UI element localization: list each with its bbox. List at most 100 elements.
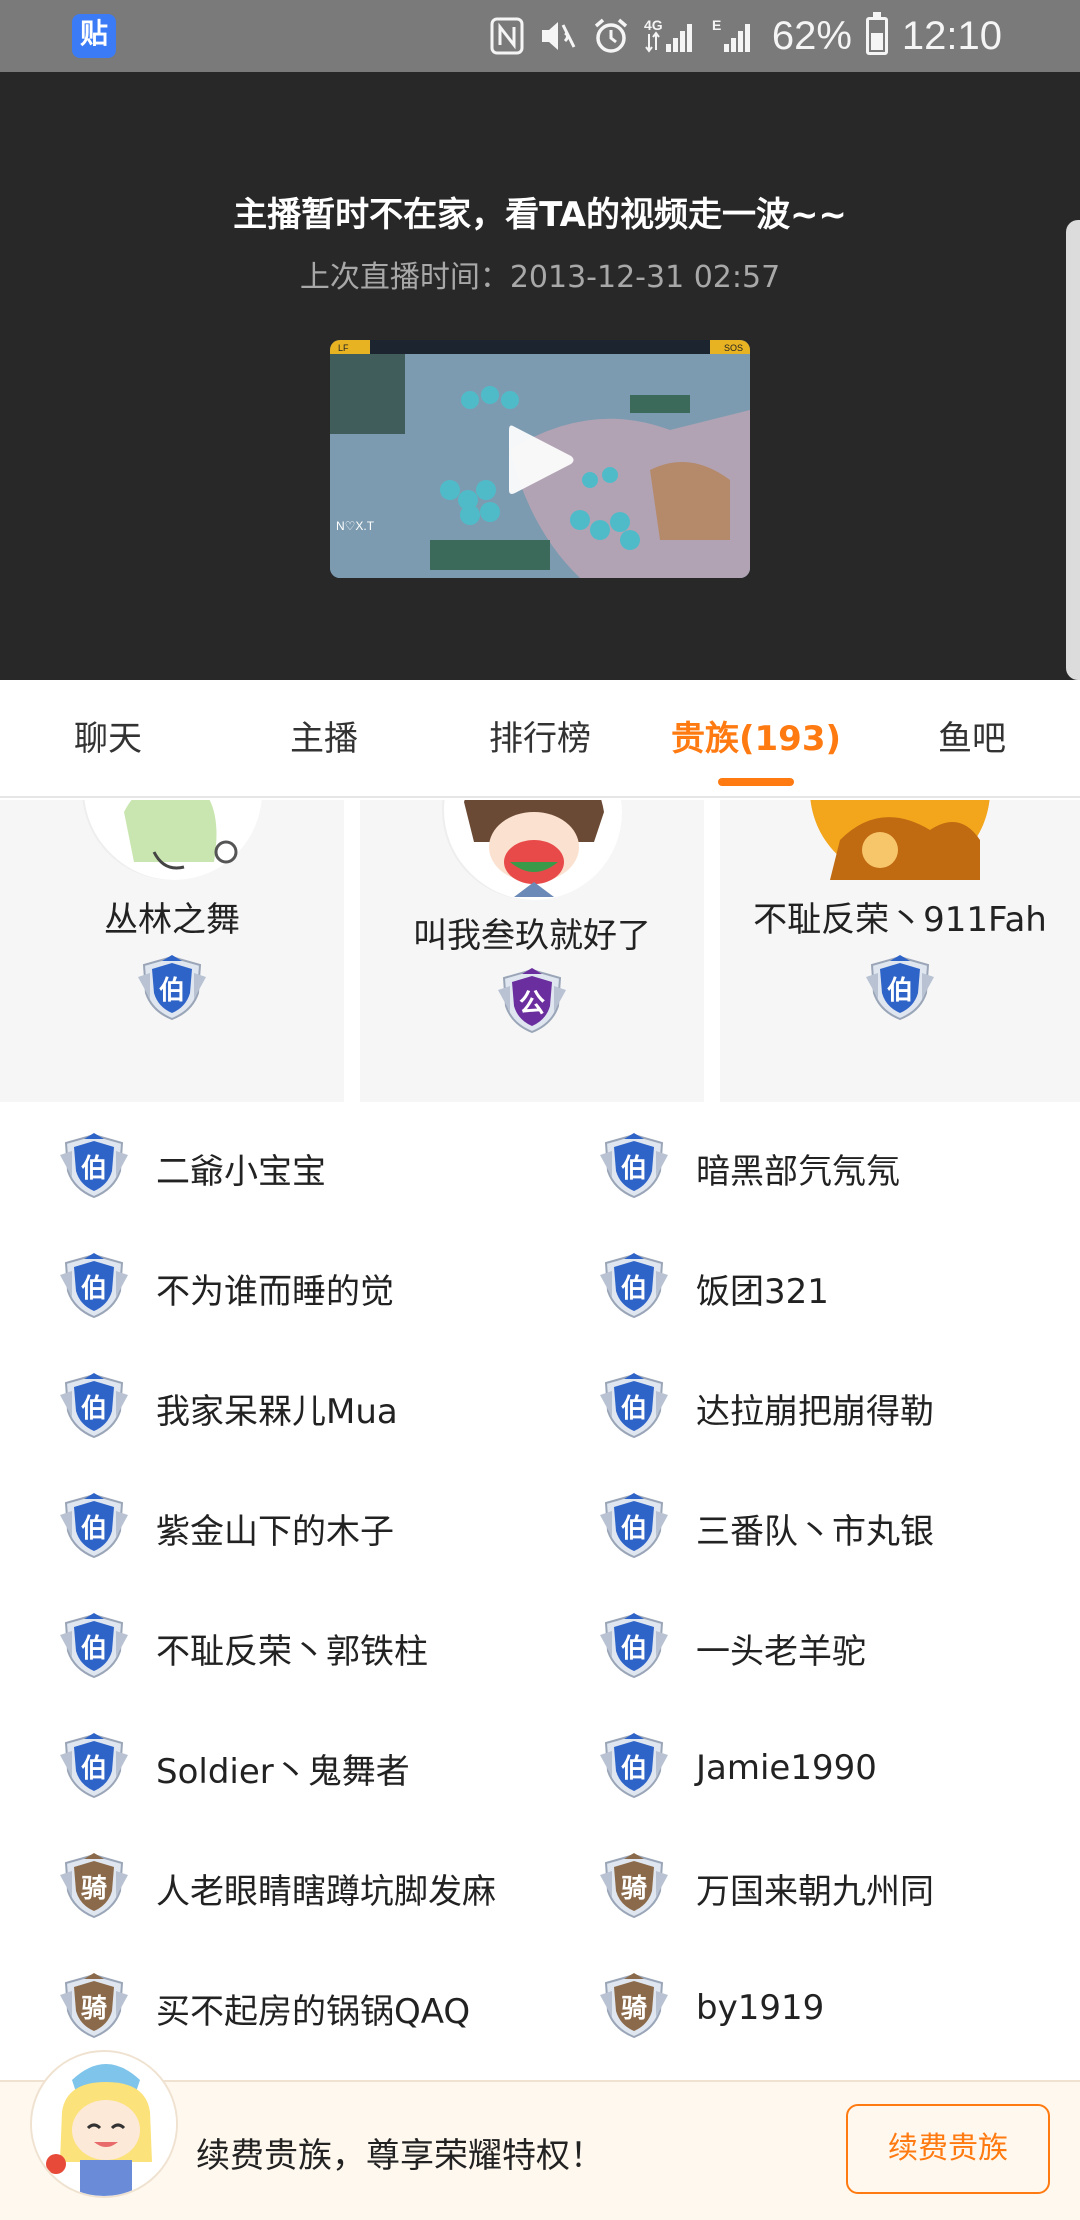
top-noble-card[interactable]: 丛林之舞 伯: [0, 800, 344, 1102]
noble-name: 饭团321: [696, 1271, 829, 1312]
noble-name: 不耻反荣丶911Fah: [753, 900, 1047, 940]
tab-anchor[interactable]: 主播: [216, 680, 432, 796]
noble-list-item[interactable]: 骑 人老眼睛瞎蹲坑脚发麻: [58, 1848, 496, 1928]
noble-list-item[interactable]: 伯 紫金山下的木子: [58, 1488, 394, 1568]
noble-list-item[interactable]: 伯 Soldier丶鬼舞者: [58, 1728, 410, 1808]
noble-name: 一头老羊驼: [696, 1631, 866, 1672]
alarm-icon: [592, 17, 630, 55]
noble-badge-icon: 骑: [58, 1973, 130, 2043]
noble-list-item[interactable]: 伯 三番队丶市丸银: [598, 1488, 934, 1568]
tieba-app-icon: 贴: [72, 14, 116, 58]
svg-text:伯: 伯: [621, 1513, 647, 1544]
renew-promo-text: 续费贵族，尊享荣耀特权！: [196, 2136, 604, 2176]
avatar: [82, 800, 262, 880]
noble-badge-icon: 伯: [598, 1733, 670, 1803]
svg-text:伯: 伯: [81, 1633, 107, 1664]
noble-name: 万国来朝九州同: [696, 1871, 934, 1912]
svg-text:骑: 骑: [621, 1994, 647, 2024]
svg-text:E: E: [712, 17, 721, 33]
noble-badge-icon: 骑: [598, 1973, 670, 2043]
noble-name: 丛林之舞: [104, 900, 240, 940]
last-live-time: 上次直播时间：2013-12-31 02:57: [299, 260, 781, 295]
noble-list-item[interactable]: 伯 不为谁而睡的觉: [58, 1248, 394, 1328]
noble-badge-icon: 骑: [58, 1853, 130, 1923]
noble-badge-icon: 伯: [598, 1613, 670, 1683]
noble-name: 三番队丶市丸银: [696, 1511, 934, 1552]
noble-badge-icon: 公: [496, 968, 568, 1038]
noble-badge-icon: 伯: [598, 1373, 670, 1443]
tab-ranking[interactable]: 排行榜: [432, 680, 648, 796]
battery-percent: 62%: [771, 13, 852, 58]
noble-list-item[interactable]: 骑 by1919: [598, 1968, 824, 2048]
svg-text:4G: 4G: [644, 17, 663, 33]
nfc-icon: [490, 17, 524, 55]
noble-list-item[interactable]: 伯 暗黑部氕氖氖: [598, 1128, 900, 1208]
noble-list-item[interactable]: 伯 我家呆槑儿Mua: [58, 1368, 398, 1448]
noble-name: 二爺小宝宝: [156, 1151, 326, 1192]
svg-text:伯: 伯: [621, 1393, 647, 1424]
status-bar: 贴 4G E 62% 12:10: [0, 0, 1080, 72]
noble-name: 买不起房的锅锅QAQ: [156, 1991, 471, 2032]
svg-text:伯: 伯: [81, 1273, 107, 1304]
svg-text:公: 公: [519, 989, 545, 1019]
noble-list-item[interactable]: 伯 二爺小宝宝: [58, 1128, 326, 1208]
noble-badge-icon: 伯: [58, 1493, 130, 1563]
noble-badge-icon: 伯: [136, 955, 208, 1025]
top-noble-card[interactable]: 不耻反荣丶911Fah 伯: [720, 800, 1080, 1102]
video-thumbnail[interactable]: LF SOS N♡X.T: [330, 340, 750, 578]
noble-name: 暗黑部氕氖氖: [696, 1151, 900, 1192]
battery-icon: [865, 12, 888, 55]
noble-badge-icon: 伯: [58, 1253, 130, 1323]
tab-chat[interactable]: 聊天: [0, 680, 216, 796]
noble-badge-icon: 伯: [598, 1253, 670, 1323]
noble-name: Jamie1990: [696, 1748, 877, 1788]
svg-text:骑: 骑: [81, 1874, 107, 1904]
noble-badge-icon: 伯: [598, 1133, 670, 1203]
signal-e-icon: E: [712, 16, 758, 56]
noble-badge-icon: 伯: [864, 955, 936, 1025]
noble-list-item[interactable]: 伯 一头老羊驼: [598, 1608, 866, 1688]
noble-badge-icon: 伯: [58, 1733, 130, 1803]
noble-list-item[interactable]: 骑 万国来朝九州同: [598, 1848, 934, 1928]
svg-text:伯: 伯: [159, 975, 185, 1006]
avatar: [810, 800, 990, 880]
noble-list-item[interactable]: 伯 饭团321: [598, 1248, 829, 1328]
svg-text:伯: 伯: [621, 1153, 647, 1184]
noble-list-item[interactable]: 伯 不耻反荣丶郭铁柱: [58, 1608, 428, 1688]
status-icons: 4G E 62% 12:10: [490, 8, 1002, 64]
svg-text:伯: 伯: [621, 1753, 647, 1784]
top-noble-card[interactable]: 叫我叁玖就好了 公: [360, 800, 704, 1102]
side-drawer-handle[interactable]: [1066, 220, 1080, 680]
noble-name: 不为谁而睡的觉: [156, 1271, 394, 1312]
tab-nobles[interactable]: 贵族(193): [648, 680, 864, 796]
noble-badge-icon: 伯: [58, 1613, 130, 1683]
svg-text:伯: 伯: [81, 1393, 107, 1424]
clock: 12:10: [901, 13, 1002, 58]
svg-text:骑: 骑: [621, 1874, 647, 1904]
tab-fish-bar[interactable]: 鱼吧: [864, 680, 1080, 796]
noble-list-item[interactable]: 骑 买不起房的锅锅QAQ: [58, 1968, 470, 2048]
noble-name: 人老眼睛瞎蹲坑脚发麻: [156, 1871, 496, 1912]
renew-noble-button[interactable]: 续费贵族: [846, 2104, 1050, 2194]
signal-4g-icon: 4G: [644, 16, 698, 56]
noble-list-item[interactable]: 伯 达拉崩把崩得勒: [598, 1368, 934, 1448]
noble-name: 不耻反荣丶郭铁柱: [156, 1631, 428, 1672]
noble-name: Soldier丶鬼舞者: [156, 1751, 410, 1792]
noble-list-item[interactable]: 伯 Jamie1990: [598, 1728, 877, 1808]
mute-icon: [538, 17, 578, 55]
thumb-team-left: LF: [338, 343, 349, 353]
svg-text:伯: 伯: [621, 1273, 647, 1304]
noble-name: 紫金山下的木子: [156, 1511, 394, 1552]
noble-name: 达拉崩把崩得勒: [696, 1391, 934, 1432]
noble-name: 我家呆槑儿Mua: [156, 1391, 398, 1432]
noble-name: 叫我叁玖就好了: [413, 916, 651, 956]
svg-text:伯: 伯: [81, 1753, 107, 1784]
svg-text:伯: 伯: [887, 975, 913, 1006]
svg-text:伯: 伯: [81, 1153, 107, 1184]
play-icon[interactable]: [505, 420, 577, 500]
noble-name: by1919: [696, 1988, 825, 2028]
noble-badge-icon: 伯: [58, 1133, 130, 1203]
svg-text:伯: 伯: [621, 1633, 647, 1664]
svg-text:骑: 骑: [81, 1994, 107, 2024]
video-player-area[interactable]: 主播暂时不在家，看TA的视频走一波~~ 上次直播时间：2013-12-31 02…: [0, 72, 1080, 680]
